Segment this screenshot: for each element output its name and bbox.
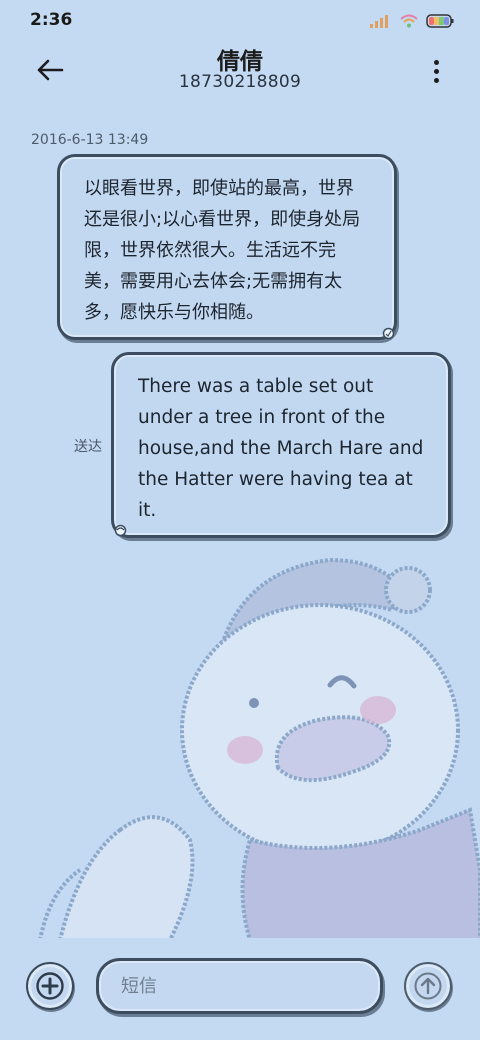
wifi-icon xyxy=(400,14,418,28)
arrow-up-icon xyxy=(414,972,442,1000)
message-bubble-sent[interactable]: There was a table set out under a tree i… xyxy=(111,352,451,538)
message-input-container[interactable] xyxy=(96,958,383,1014)
more-vertical-icon xyxy=(433,59,439,65)
contact-name: 倩倩 xyxy=(217,49,263,75)
bubble-tail-icon xyxy=(114,524,127,537)
contact-number: 18730218809 xyxy=(178,72,302,92)
delivery-status: 送达 xyxy=(74,439,102,455)
plus-circle-icon xyxy=(36,972,64,1000)
status-time: 2:36 xyxy=(30,10,73,30)
wallpaper-duck-illustration xyxy=(38,557,480,940)
signal-icon xyxy=(370,15,388,28)
bubble-tail-icon xyxy=(382,327,395,340)
message-text: There was a table set out under a tree i… xyxy=(138,376,424,521)
message-bubble-received[interactable]: 以眼看世界，即使站的最高，世界还是很小;以心看世界，即使身处局限，世界依然很大。… xyxy=(57,154,397,340)
send-button[interactable] xyxy=(404,962,452,1010)
battery-icon xyxy=(426,14,454,28)
more-options-button[interactable] xyxy=(428,54,444,88)
message-text: 以眼看世界，即使站的最高，世界还是很小;以心看世界，即使身处局限，世界依然很大。… xyxy=(84,178,361,323)
message-timestamp: 2016-6-13 13:49 xyxy=(31,132,149,148)
status-bar: 2:36 xyxy=(0,0,480,40)
message-input[interactable] xyxy=(121,971,361,1001)
status-icons xyxy=(370,12,454,30)
add-attachment-button[interactable] xyxy=(26,962,74,1010)
conversation-header: 倩倩 18730218809 xyxy=(0,40,480,104)
